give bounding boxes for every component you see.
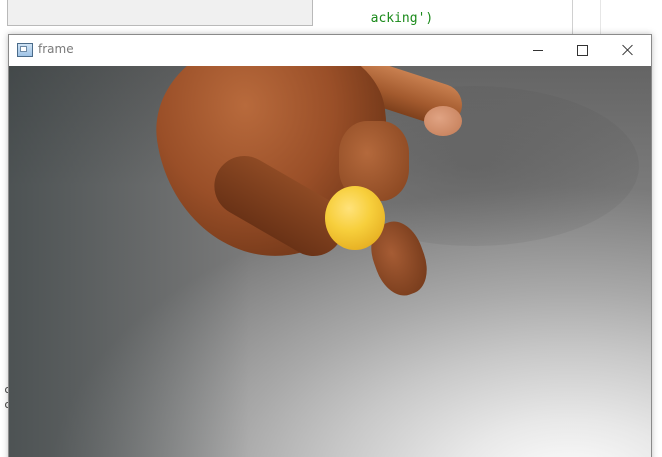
close-icon [622,44,634,56]
minimize-icon [532,49,543,51]
frame-window[interactable]: frame [8,34,652,457]
yellow-ball [325,186,385,250]
code-string-fragment: acking') [370,11,434,26]
background-dialog [7,0,313,26]
app-window-icon [17,43,33,57]
minimize-button[interactable] [515,35,560,65]
camera-frame-image [9,66,651,457]
window-title: frame [38,42,74,56]
hand-fingertip [424,106,462,136]
maximize-button[interactable] [560,35,605,65]
maximize-icon [577,44,588,56]
close-button[interactable] [605,35,650,65]
desktop: acking') c c frame [0,0,662,457]
title-bar[interactable]: frame [9,35,651,66]
